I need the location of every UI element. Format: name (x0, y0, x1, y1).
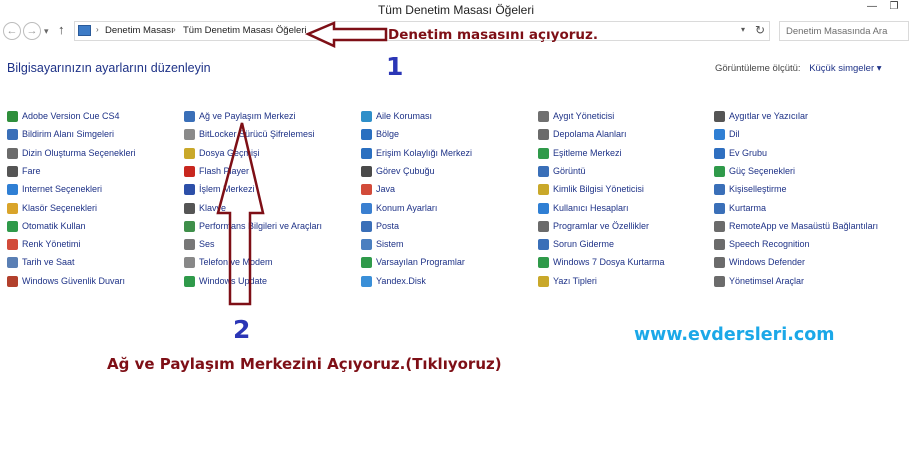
annotation-step2-number: 2 (233, 315, 251, 344)
annotation-step2-text: Ağ ve Paylaşım Merkezini Açıyoruz.(Tıklı… (107, 355, 502, 373)
annotation-step1-text: Denetim masasını açıyoruz. (388, 27, 598, 43)
annotation-arrow-2 (216, 122, 265, 306)
annotation-arrow-1 (304, 21, 388, 48)
watermark: www.evdersleri.com (634, 325, 835, 345)
annotation-step1-number: 1 (386, 52, 404, 81)
annotation-arrows (216, 21, 388, 306)
